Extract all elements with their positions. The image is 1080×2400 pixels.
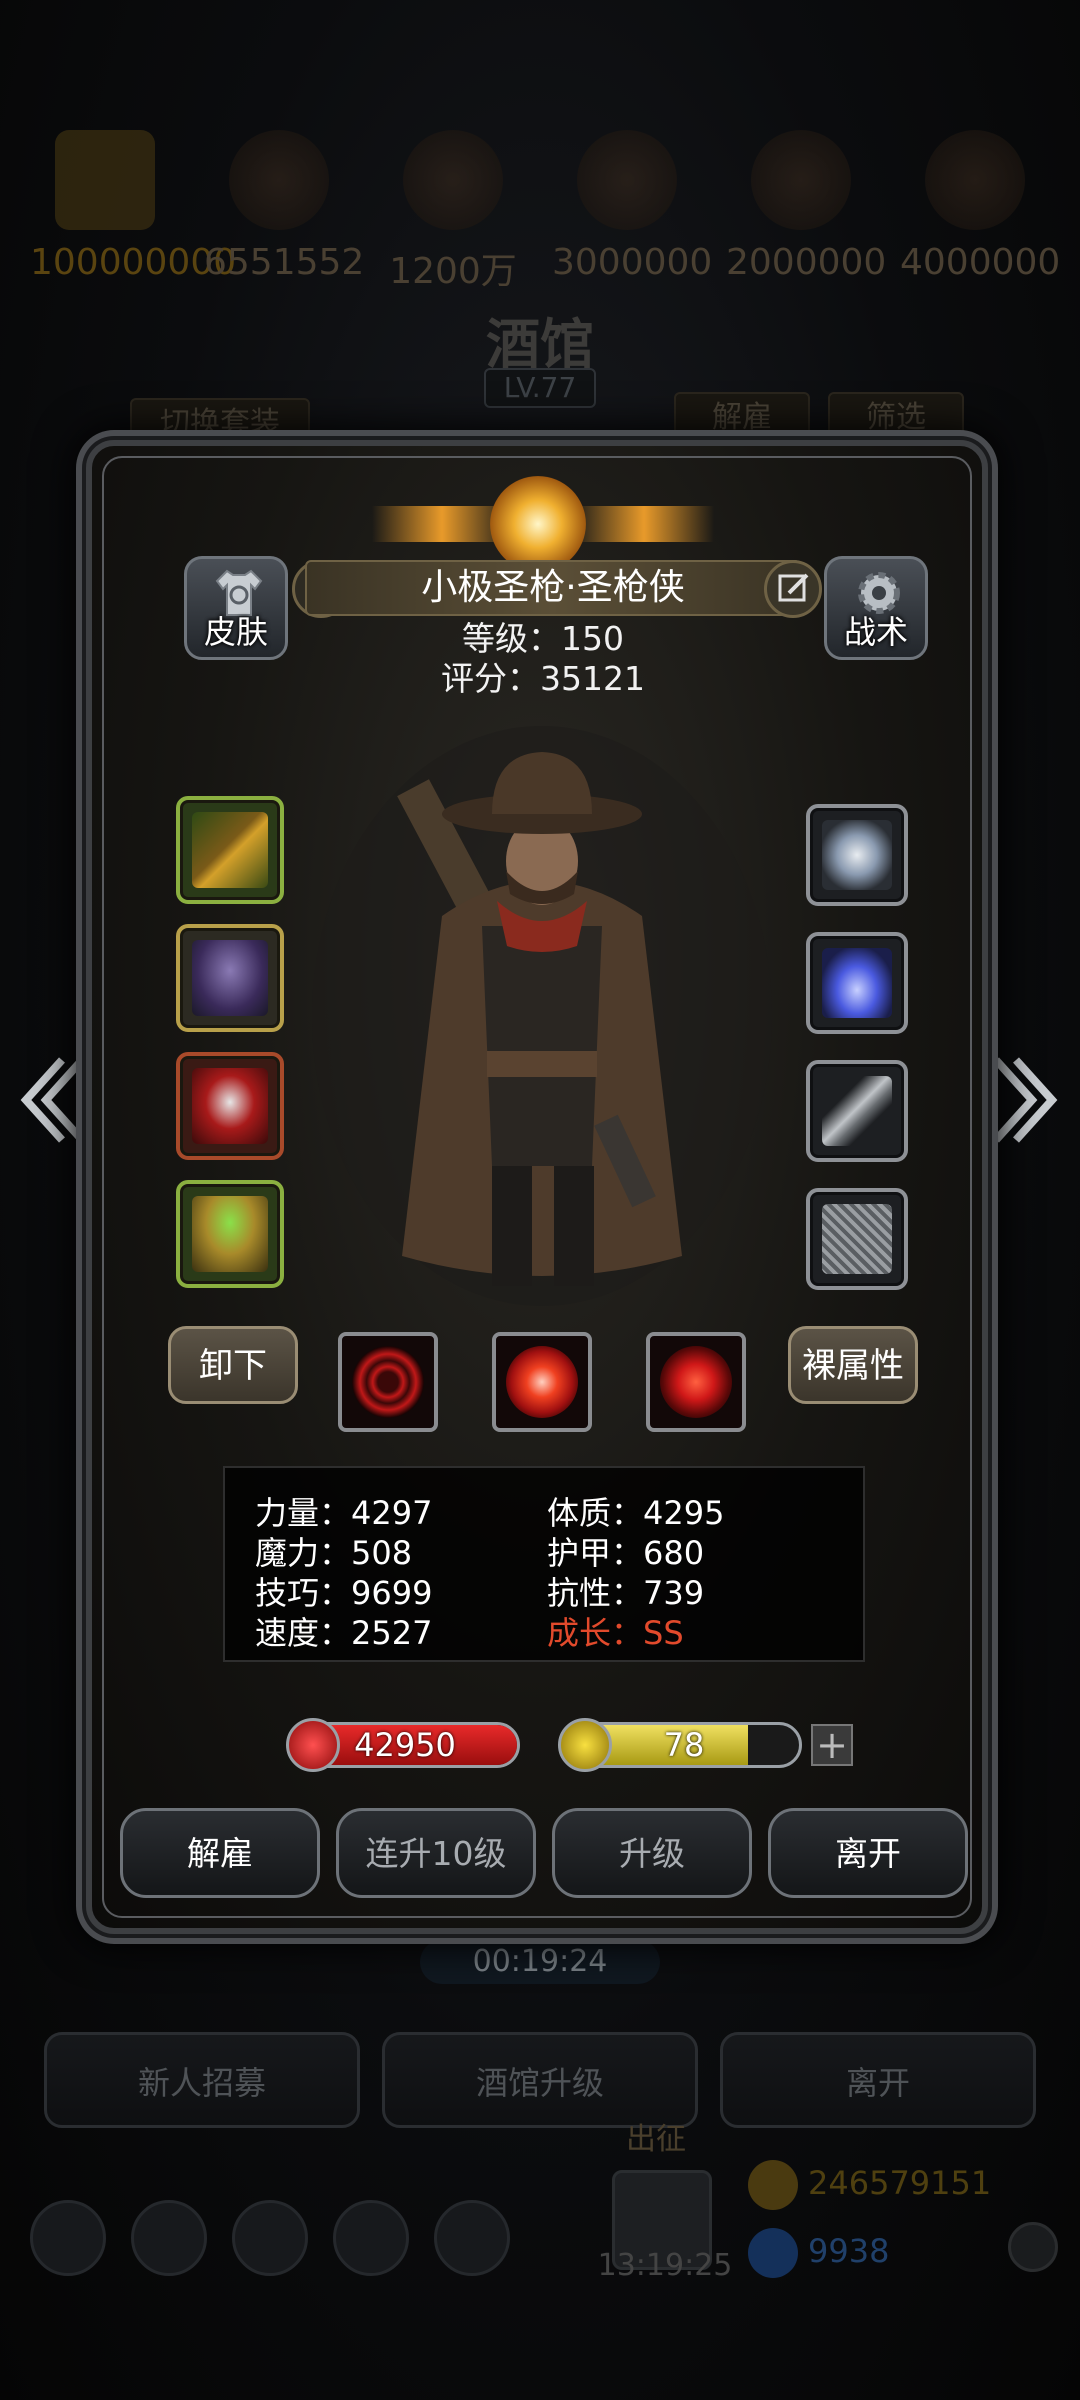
resource-icon: [577, 130, 677, 230]
base-attributes-button[interactable]: 裸属性: [788, 1326, 918, 1404]
dagger-icon: [822, 1076, 892, 1146]
hero-detail-dialog: 皮肤 战术 小极圣枪·圣枪侠 等级：150 评分：35121 卸下 裸属性 力量…: [86, 440, 988, 1934]
resource-value: 100000000: [30, 242, 237, 283]
chainmail-icon: [822, 1204, 892, 1274]
resource-value: 1200万: [389, 251, 517, 292]
avatar-icon: [55, 130, 155, 230]
bottom-dock: [30, 2200, 510, 2276]
crest-wing: [574, 506, 714, 542]
level-up-button[interactable]: 升级: [552, 1808, 752, 1898]
stat-speed: 速度：2527: [255, 1614, 433, 1652]
previous-hero-arrow-icon[interactable]: [16, 1050, 88, 1150]
dismiss-button[interactable]: 解雇: [120, 1808, 320, 1898]
add-energy-button[interactable]: +: [811, 1724, 853, 1766]
dagger-slot[interactable]: [806, 1060, 908, 1162]
edit-name-button[interactable]: [764, 560, 822, 618]
filter-button[interactable]: 筛选: [828, 392, 964, 444]
resource-icon: [925, 130, 1025, 230]
resource-item: 3000000: [552, 130, 713, 300]
edit-pencil-icon: [778, 573, 809, 602]
resource-item: 6551552: [204, 130, 365, 300]
tavern-level-badge: LV.77: [484, 368, 596, 408]
vortex-skill-icon: [506, 1346, 578, 1418]
golden-rifle-icon: [192, 812, 268, 888]
chainmail-slot[interactable]: [806, 1188, 908, 1290]
gift-timer: 13:19:25: [597, 2248, 733, 2283]
tavern-timer: 00:19:24: [420, 1940, 660, 1984]
weapon-slot[interactable]: [176, 796, 284, 904]
resource-icon: [229, 130, 329, 230]
expedition-label: 出征: [626, 2122, 686, 2157]
crosshair-skill-icon: [352, 1346, 424, 1418]
accessory-slot[interactable]: [176, 1180, 284, 1288]
red-helmet-icon: [192, 1068, 268, 1144]
leave-button[interactable]: 离开: [768, 1808, 968, 1898]
coat-armor-icon: [192, 940, 268, 1016]
unequip-button[interactable]: 卸下: [168, 1326, 298, 1404]
skill-slot-3[interactable]: [646, 1332, 746, 1432]
gold-display: 246579151: [748, 2160, 991, 2210]
resource-item: 2000000: [726, 130, 887, 300]
golden-amulet-icon: [192, 1196, 268, 1272]
resource-bar: 100000000 6551552 1200万 3000000 2000000 …: [30, 130, 1061, 300]
silver-ring-icon: [822, 820, 892, 890]
tavern-dismiss-button[interactable]: 解雇: [674, 392, 810, 444]
stat-growth: 成长：SS: [547, 1614, 684, 1652]
diamond-display: 9938: [748, 2228, 889, 2278]
target-skill-icon: [660, 1346, 732, 1418]
hero-portrait: [312, 726, 772, 1306]
tavern-leave-button[interactable]: 离开: [720, 2032, 1036, 2128]
recruit-button[interactable]: 新人招募: [44, 2032, 360, 2128]
helmet-slot[interactable]: [176, 1052, 284, 1160]
stats-panel: 力量：4297 魔力：508 技巧：9699 速度：2527 体质：4295 护…: [223, 1466, 865, 1662]
armor-slot[interactable]: [176, 924, 284, 1032]
ring-slot[interactable]: [806, 804, 908, 906]
heart-icon: [286, 1718, 340, 1772]
resource-value: 3000000: [552, 242, 713, 283]
dock-icon[interactable]: [434, 2200, 510, 2276]
gold-crest-icon: [490, 476, 586, 572]
resource-item: 4000000: [900, 130, 1061, 300]
lightning-icon: [558, 1718, 612, 1772]
dock-icon[interactable]: [232, 2200, 308, 2276]
resource-item: 1200万: [378, 130, 528, 300]
gold-icon: [748, 2160, 798, 2210]
add-currency-icon[interactable]: [1008, 2222, 1058, 2272]
hero-score: 评分：35121: [441, 659, 645, 698]
skill-slot-1[interactable]: [338, 1332, 438, 1432]
resource-icon: [751, 130, 851, 230]
skill-slot-2[interactable]: [492, 1332, 592, 1432]
resource-icon: [403, 130, 503, 230]
diamond-value: 9938: [808, 2232, 890, 2270]
hero-name: 小极圣枪·圣枪侠: [305, 560, 801, 616]
resource-value: 2000000: [726, 242, 887, 283]
dock-icon[interactable]: [333, 2200, 409, 2276]
resource-item: 100000000: [30, 130, 237, 300]
dock-icon[interactable]: [131, 2200, 207, 2276]
resource-value: 6551552: [204, 242, 365, 283]
level-up-10-button[interactable]: 连升10级: [336, 1808, 536, 1898]
resource-value: 4000000: [900, 242, 1061, 283]
dock-icon[interactable]: [30, 2200, 106, 2276]
gem-slot[interactable]: [806, 932, 908, 1034]
diamond-icon: [748, 2228, 798, 2278]
blue-crystal-icon: [822, 948, 892, 1018]
next-hero-arrow-icon[interactable]: [990, 1050, 1062, 1150]
gold-value: 246579151: [808, 2164, 992, 2202]
